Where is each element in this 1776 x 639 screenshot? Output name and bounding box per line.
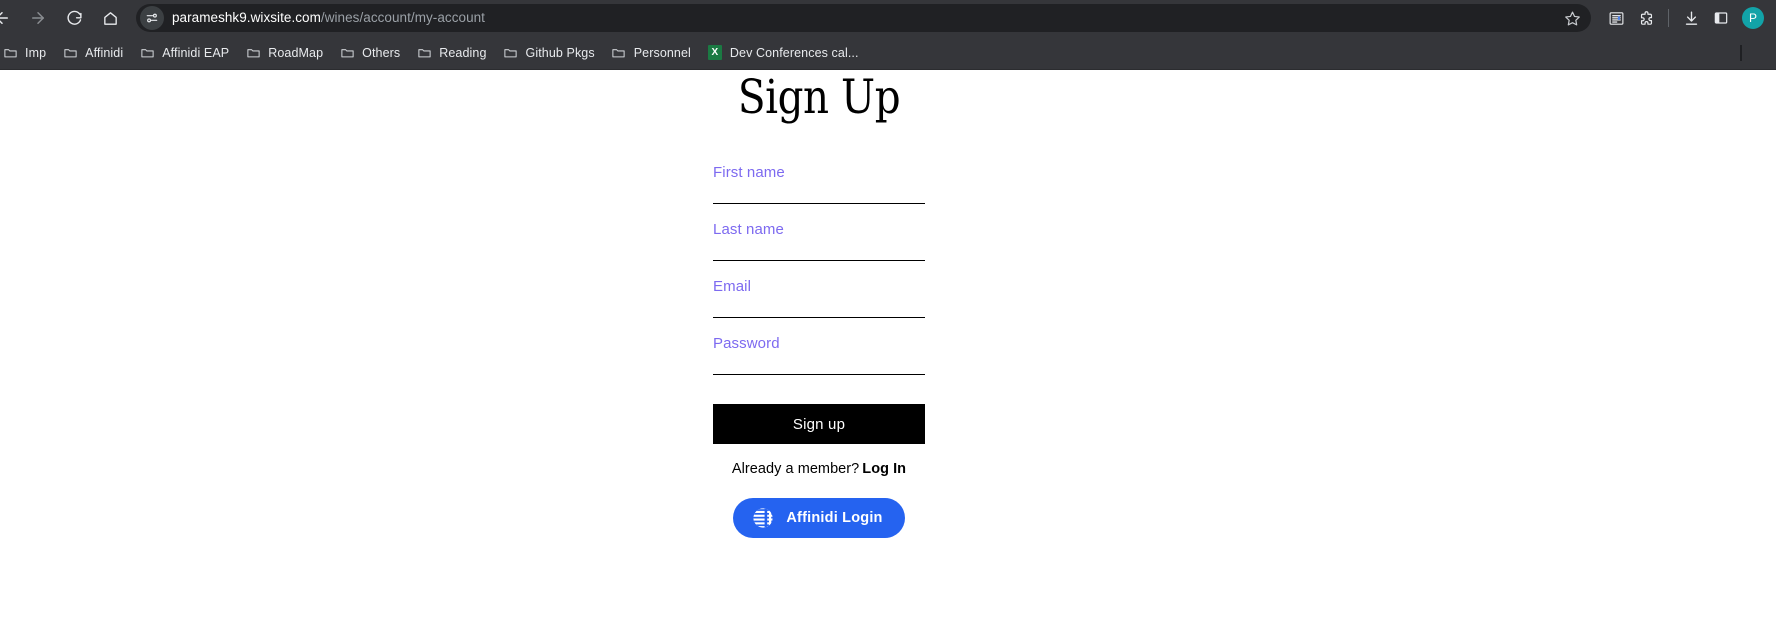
back-button[interactable]: [0, 4, 16, 32]
toolbar-divider: [1668, 9, 1669, 27]
extensions-icon[interactable]: [1631, 4, 1661, 32]
bookmark-label: Github Pkgs: [525, 45, 595, 60]
folder-icon: [503, 45, 519, 61]
side-panel-icon[interactable]: [1706, 4, 1736, 32]
toolbar-actions: P: [1601, 4, 1766, 32]
home-icon: [102, 10, 119, 27]
affinidi-logo-icon: [753, 508, 773, 528]
page-title: Sign Up: [737, 70, 901, 125]
browser-window: parameshk9.wixsite.com/wines/account/my-…: [0, 0, 1776, 639]
bookmark-star-icon[interactable]: [1559, 5, 1585, 31]
downloads-icon[interactable]: [1676, 4, 1706, 32]
bookmark-label: RoadMap: [268, 45, 324, 60]
bookmark-reading[interactable]: Reading: [408, 41, 494, 65]
folder-icon: [416, 45, 432, 61]
url-host: parameshk9.wixsite.com: [172, 10, 321, 25]
folder-icon: [611, 45, 627, 61]
profile-avatar[interactable]: P: [1742, 7, 1764, 29]
browser-toolbar: parameshk9.wixsite.com/wines/account/my-…: [0, 0, 1776, 36]
url-path: /wines/account/my-account: [320, 10, 485, 25]
folder-icon: [245, 45, 261, 61]
bookmark-github-pkgs[interactable]: Github Pkgs: [495, 41, 603, 65]
last-name-field[interactable]: [713, 204, 925, 261]
bookmark-affinidi[interactable]: Affinidi: [54, 41, 131, 65]
log-in-link[interactable]: Log In: [862, 461, 906, 477]
folder-icon: [2, 45, 18, 61]
bookmark-label: Affinidi: [85, 45, 124, 60]
reload-icon: [66, 10, 83, 27]
sign-up-button[interactable]: Sign up: [713, 404, 925, 444]
bookmark-label: Personnel: [633, 45, 691, 60]
bookmark-roadmap[interactable]: RoadMap: [237, 41, 331, 65]
reading-list-icon[interactable]: [1601, 4, 1631, 32]
folder-icon: [139, 45, 155, 61]
bookmark-dev-conferences[interactable]: X Dev Conferences cal...: [699, 41, 867, 65]
page-viewport: Sign Up Sign up Already a member?Log In: [0, 70, 1776, 639]
excel-icon-letter: X: [707, 45, 722, 60]
bookmark-label: Others: [362, 45, 401, 60]
arrow-right-icon: [29, 9, 47, 27]
bookmark-label: Reading: [439, 45, 487, 60]
bookmarks-overflow-indicator[interactable]: [1740, 45, 1742, 61]
bookmark-others[interactable]: Others: [331, 41, 408, 65]
affinidi-login-label: Affinidi Login: [786, 510, 883, 526]
folder-icon: [62, 45, 78, 61]
bookmark-label: Dev Conferences cal...: [729, 45, 859, 60]
url-text[interactable]: parameshk9.wixsite.com/wines/account/my-…: [172, 4, 1559, 32]
bookmark-imp[interactable]: Imp: [0, 41, 54, 65]
excel-icon: X: [707, 45, 723, 61]
reload-button[interactable]: [60, 4, 88, 32]
signup-form: Sign Up Sign up Already a member?Log In: [713, 70, 925, 538]
first-name-input[interactable]: [713, 164, 925, 181]
bookmark-label: Imp: [25, 45, 47, 60]
bookmark-affinidi-eap[interactable]: Affinidi EAP: [131, 41, 237, 65]
folder-icon: [339, 45, 355, 61]
site-settings-icon[interactable]: [140, 6, 164, 30]
bookmark-label: Affinidi EAP: [162, 45, 230, 60]
bookmark-personnel[interactable]: Personnel: [603, 41, 699, 65]
address-bar[interactable]: parameshk9.wixsite.com/wines/account/my-…: [136, 4, 1591, 32]
password-field[interactable]: [713, 318, 925, 375]
email-input[interactable]: [713, 278, 925, 295]
already-member-row: Already a member? Log In: [713, 461, 925, 477]
affinidi-login-button[interactable]: Affinidi Login: [733, 498, 905, 538]
navigation-buttons: [0, 4, 128, 32]
form-fields: [713, 147, 925, 375]
bookmarks-bar: Imp Affinidi Affinidi EAP RoadMap Others: [0, 36, 1776, 70]
first-name-field[interactable]: [713, 147, 925, 204]
arrow-left-icon: [0, 9, 11, 27]
already-member-text: Already a member?: [731, 461, 860, 477]
forward-button[interactable]: [24, 4, 52, 32]
affinidi-login-wrap: Affinidi Login: [713, 498, 925, 538]
home-button[interactable]: [96, 4, 124, 32]
email-field[interactable]: [713, 261, 925, 318]
last-name-input[interactable]: [713, 221, 925, 238]
password-input[interactable]: [713, 335, 925, 352]
